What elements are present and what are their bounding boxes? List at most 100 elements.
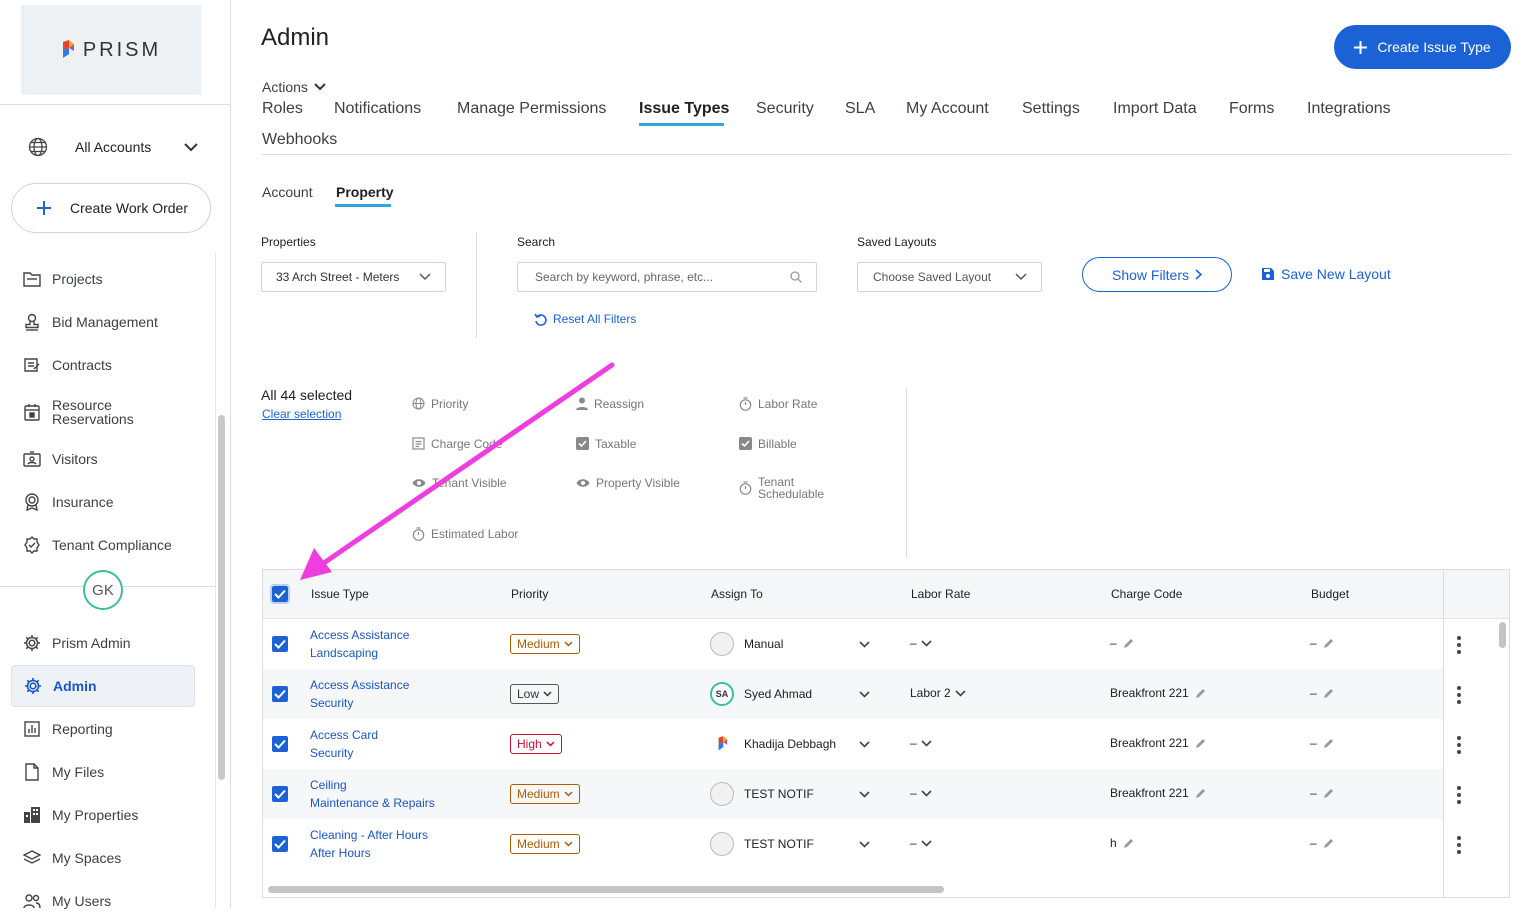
- subtab-property[interactable]: Property: [336, 184, 394, 200]
- row-checkbox[interactable]: [272, 636, 288, 652]
- row-menu-icon[interactable]: [1457, 786, 1461, 804]
- labor-rate-dropdown[interactable]: –: [910, 786, 932, 800]
- bulk-billable[interactable]: Billable: [739, 437, 797, 450]
- actions-label: Actions: [262, 79, 308, 95]
- labor-rate-dropdown[interactable]: Labor 2: [910, 686, 966, 700]
- globe-icon: [28, 137, 48, 157]
- tab-sla[interactable]: SLA: [845, 100, 875, 118]
- reset-filters-link[interactable]: Reset All Filters: [534, 312, 636, 326]
- tab-my-account[interactable]: My Account: [906, 100, 989, 118]
- properties-select[interactable]: 33 Arch Street - Meters: [261, 262, 446, 292]
- tab-notifications[interactable]: Notifications: [334, 100, 421, 118]
- nav-tenant-compliance[interactable]: Tenant Compliance: [11, 524, 195, 566]
- bulk-tenant-schedulable[interactable]: Tenant Schedulable: [739, 476, 838, 500]
- budget-cell[interactable]: –: [1310, 786, 1334, 800]
- row-checkbox[interactable]: [272, 736, 288, 752]
- row-checkbox[interactable]: [272, 836, 288, 852]
- row-menu-icon[interactable]: [1457, 736, 1461, 754]
- nav-my-spaces[interactable]: My Spaces: [11, 837, 195, 879]
- priority-dropdown[interactable]: Medium: [510, 834, 580, 854]
- budget-cell[interactable]: –: [1310, 736, 1334, 750]
- nav-my-properties[interactable]: My Properties: [11, 794, 195, 836]
- column-header-labor-rate[interactable]: Labor Rate: [911, 587, 970, 601]
- assignee-dropdown[interactable]: Manual: [710, 632, 870, 656]
- issue-type-link[interactable]: Cleaning - After Hours After Hours: [310, 826, 428, 862]
- tab-manage-permissions[interactable]: Manage Permissions: [457, 100, 606, 118]
- nav-contracts[interactable]: Contracts: [11, 344, 195, 386]
- column-header-assign-to[interactable]: Assign To: [711, 587, 763, 601]
- charge-code-cell[interactable]: Breakfront 221: [1110, 686, 1206, 700]
- tab-import-data[interactable]: Import Data: [1113, 100, 1197, 118]
- table-row: Access Assistance Landscaping Medium Man…: [263, 619, 1443, 669]
- budget-cell[interactable]: –: [1310, 836, 1334, 850]
- tab-roles[interactable]: Roles: [262, 100, 303, 118]
- create-work-order-button[interactable]: Create Work Order: [11, 183, 211, 233]
- row-menu-icon[interactable]: [1457, 636, 1461, 654]
- labor-rate-dropdown[interactable]: –: [910, 736, 932, 750]
- tab-integrations[interactable]: Integrations: [1307, 100, 1391, 118]
- charge-code-cell[interactable]: Breakfront 221: [1110, 736, 1206, 750]
- nav-reporting[interactable]: Reporting: [11, 708, 195, 750]
- priority-dropdown[interactable]: Medium: [510, 784, 580, 804]
- bulk-label: Tenant Schedulable: [758, 475, 825, 501]
- select-all-checkbox[interactable]: [270, 584, 290, 604]
- priority-dropdown[interactable]: High: [510, 734, 562, 754]
- charge-code-cell[interactable]: Breakfront 221: [1110, 786, 1206, 800]
- avatar[interactable]: GK: [83, 570, 123, 610]
- labor-rate-dropdown[interactable]: –: [910, 636, 932, 650]
- nav-admin[interactable]: Admin: [11, 665, 195, 707]
- tab-webhooks[interactable]: Webhooks: [262, 131, 337, 149]
- issue-type-link[interactable]: Ceiling Maintenance & Repairs: [310, 776, 435, 812]
- create-issue-type-button[interactable]: Create Issue Type: [1334, 25, 1511, 69]
- nav-label: Visitors: [52, 451, 98, 467]
- table-horizontal-scrollbar[interactable]: [268, 886, 944, 893]
- search-input[interactable]: Search by keyword, phrase, etc...: [517, 262, 817, 292]
- charge-code-cell[interactable]: –: [1110, 636, 1134, 650]
- row-checkbox[interactable]: [272, 786, 288, 802]
- issue-type-link[interactable]: Access Assistance Security: [310, 676, 409, 712]
- building-icon: [23, 806, 41, 824]
- nav-visitors[interactable]: Visitors: [11, 438, 195, 480]
- budget-cell[interactable]: –: [1310, 686, 1334, 700]
- issue-type-link[interactable]: Access Assistance Landscaping: [310, 626, 409, 662]
- tab-settings[interactable]: Settings: [1022, 100, 1080, 118]
- tab-security[interactable]: Security: [756, 100, 814, 118]
- logo[interactable]: PRISM: [21, 5, 201, 95]
- actions-menu[interactable]: Actions: [262, 79, 326, 95]
- subtab-account[interactable]: Account: [262, 184, 313, 200]
- tab-forms[interactable]: Forms: [1229, 100, 1274, 118]
- assignee-dropdown[interactable]: SA Syed Ahmad: [710, 682, 870, 706]
- row-checkbox[interactable]: [272, 686, 288, 702]
- row-menu-icon[interactable]: [1457, 836, 1461, 854]
- column-header-charge-code[interactable]: Charge Code: [1111, 587, 1182, 601]
- priority-dropdown[interactable]: Low: [510, 684, 560, 704]
- assignee-dropdown[interactable]: TEST NOTIF: [710, 782, 870, 806]
- labor-rate-dropdown[interactable]: –: [910, 836, 932, 850]
- assignee-dropdown[interactable]: TEST NOTIF: [710, 832, 870, 856]
- saved-layouts-select[interactable]: Choose Saved Layout: [857, 262, 1042, 292]
- table-vertical-scrollbar[interactable]: [1499, 622, 1506, 648]
- assignee-name: TEST NOTIF: [744, 787, 814, 801]
- sidebar-scrollbar[interactable]: [218, 415, 225, 780]
- issue-type-link[interactable]: Access Card Security: [310, 726, 378, 762]
- save-layout-button[interactable]: Save New Layout: [1261, 266, 1391, 282]
- nav-projects[interactable]: Projects: [11, 258, 195, 300]
- nav-prism-admin[interactable]: Prism Admin: [11, 622, 195, 664]
- priority-dropdown[interactable]: Medium: [510, 634, 580, 654]
- charge-code-cell[interactable]: h: [1110, 836, 1134, 850]
- nav-resource-reservations[interactable]: Resource Reservations: [11, 391, 195, 433]
- budget-cell[interactable]: –: [1310, 636, 1334, 650]
- nav-label: Contracts: [52, 357, 112, 373]
- nav-insurance[interactable]: Insurance: [11, 481, 195, 523]
- nav-my-files[interactable]: My Files: [11, 751, 195, 793]
- tab-issue-types[interactable]: Issue Types: [639, 100, 729, 118]
- show-filters-button[interactable]: Show Filters: [1082, 257, 1232, 292]
- charge-code-value: Breakfront 221: [1110, 736, 1189, 750]
- bulk-labor-rate[interactable]: Labor Rate: [739, 397, 817, 411]
- nav-my-users[interactable]: My Users: [11, 880, 195, 922]
- nav-bid-management[interactable]: Bid Management: [11, 301, 195, 343]
- row-menu-icon[interactable]: [1457, 686, 1461, 704]
- assignee-dropdown[interactable]: Khadija Debbagh: [710, 732, 870, 756]
- account-selector[interactable]: All Accounts: [28, 135, 198, 159]
- column-header-budget[interactable]: Budget: [1311, 587, 1349, 601]
